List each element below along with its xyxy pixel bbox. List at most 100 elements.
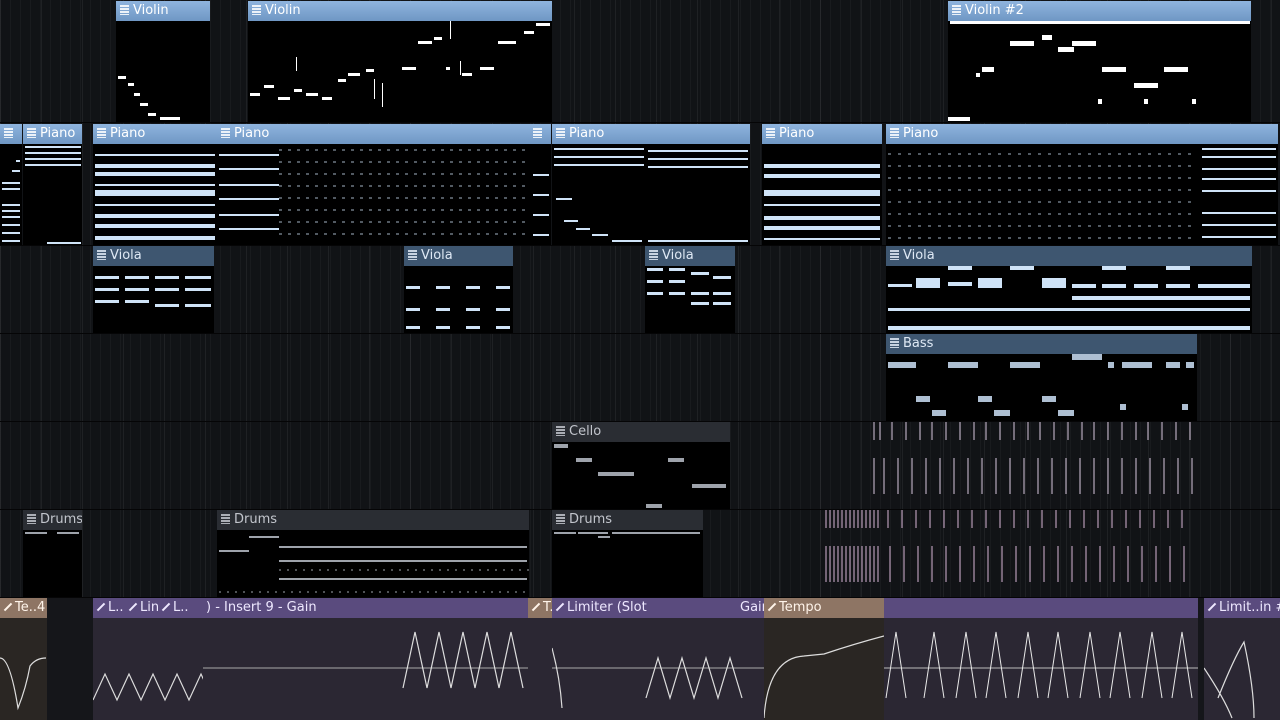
clip-label: Piano — [40, 126, 76, 141]
pattern-clip-piano[interactable]: Piano — [23, 124, 82, 245]
pattern-icon — [890, 128, 899, 138]
automation-clip-insert-gain[interactable]: ) - Insert 9 - Gain — [203, 598, 528, 720]
audio-clip-waveform[interactable] — [870, 422, 1198, 497]
automation-label: Gain — [740, 600, 764, 615]
link-icon — [161, 602, 171, 612]
note-preview — [647, 268, 731, 305]
automation-label: L.. — [108, 600, 124, 615]
note-preview — [118, 76, 180, 120]
link-icon — [1207, 602, 1217, 612]
pattern-icon — [766, 128, 775, 138]
note-preview — [219, 536, 529, 593]
pattern-clip-viola[interactable]: Viola — [886, 246, 1252, 333]
automation-clip-group[interactable] — [884, 598, 1198, 720]
link-icon — [767, 602, 777, 612]
clip-label: Piano — [110, 126, 146, 141]
pattern-icon — [221, 128, 230, 138]
pattern-clip-piano[interactable] — [529, 124, 551, 245]
clip-label: Cello — [569, 424, 602, 439]
automation-clip-tempo[interactable]: Tempo — [764, 598, 884, 720]
automation-label: Limit..in #2 — [1219, 600, 1280, 615]
automation-label: T.. — [543, 600, 552, 615]
pattern-clip-piano[interactable]: Piano — [552, 124, 750, 245]
note-preview — [25, 146, 81, 244]
pattern-clip-viola[interactable]: Viola — [645, 246, 735, 333]
audio-clip-waveform[interactable] — [824, 510, 1196, 586]
pattern-icon — [120, 5, 129, 15]
link-icon — [531, 602, 541, 612]
link-icon — [128, 602, 138, 612]
automation-curve — [0, 657, 47, 711]
clip-label: Piano — [779, 126, 815, 141]
pattern-clip-viola[interactable]: Viola — [404, 246, 513, 333]
clip-label: Drums — [569, 512, 613, 527]
pattern-clip-drums[interactable]: Drums — [552, 510, 703, 597]
automation-clip-tempo[interactable]: Te..4 — [0, 598, 47, 720]
automation-clip[interactable]: T.. — [528, 598, 552, 720]
pattern-icon — [4, 128, 13, 138]
pattern-clip-drums[interactable]: Drums — [23, 510, 82, 597]
link-icon — [3, 602, 13, 612]
pattern-icon — [221, 514, 230, 524]
clip-label: Bass — [903, 336, 934, 351]
pattern-icon — [556, 128, 565, 138]
clip-label: Piano — [569, 126, 605, 141]
pattern-icon — [97, 128, 106, 138]
pattern-icon — [556, 514, 565, 524]
pattern-clip-cello[interactable]: Cello — [552, 422, 730, 509]
note-preview — [95, 154, 215, 240]
note-preview — [95, 276, 211, 307]
note-preview — [25, 532, 79, 534]
clip-label: Viola — [903, 248, 935, 263]
note-preview — [533, 174, 549, 236]
pattern-icon — [556, 426, 565, 436]
automation-curve — [764, 635, 884, 719]
automation-label: ) - Insert 9 - Gain — [206, 600, 317, 615]
pattern-clip-violin[interactable]: Violin — [248, 1, 552, 122]
note-preview — [250, 21, 550, 107]
link-icon — [555, 602, 565, 612]
pattern-icon — [952, 5, 961, 15]
pattern-clip-piano[interactable] — [0, 124, 22, 245]
pattern-clip-viola[interactable]: Viola — [93, 246, 214, 333]
pattern-clip-piano[interactable]: Piano — [93, 124, 219, 245]
pattern-clip-violin-2[interactable]: Violin #2 — [948, 1, 1251, 122]
pattern-clip-piano[interactable]: Piano — [762, 124, 882, 245]
clip-label: Violin #2 — [965, 3, 1024, 18]
clip-label: Viola — [110, 248, 142, 263]
automation-clip-limiter-2[interactable]: Limit..in #2 — [1204, 598, 1280, 720]
pattern-clip-piano[interactable]: Piano — [217, 124, 529, 245]
note-preview — [888, 148, 1276, 239]
note-preview — [554, 148, 748, 242]
clip-label: Violin — [133, 3, 169, 18]
pattern-icon — [890, 250, 899, 260]
pattern-icon — [533, 128, 542, 138]
automation-curve — [552, 647, 764, 709]
note-preview — [764, 164, 880, 240]
note-preview — [554, 532, 700, 538]
playlist[interactable]: Violin Violin Violin #2 Piano Piano Pian… — [0, 0, 1280, 720]
pattern-clip-drums[interactable]: Drums — [217, 510, 529, 597]
pattern-icon — [27, 514, 36, 524]
clip-label: Drums — [40, 512, 82, 527]
clip-label: Drums — [234, 512, 278, 527]
pattern-icon — [97, 250, 106, 260]
note-preview — [888, 266, 1250, 330]
pattern-clip-bass[interactable]: Bass — [886, 334, 1197, 421]
pattern-clip-piano[interactable]: Piano — [886, 124, 1278, 245]
clip-label: Viola — [662, 248, 694, 263]
pattern-icon — [408, 250, 417, 260]
pattern-icon — [890, 338, 899, 348]
pattern-clip-violin[interactable]: Violin — [116, 1, 210, 122]
pattern-icon — [649, 250, 658, 260]
automation-clip-limiter[interactable]: Limiter (Slot Gain — [552, 598, 764, 720]
link-icon — [96, 602, 106, 612]
automation-curve — [884, 631, 1198, 699]
automation-label: Tempo — [779, 600, 822, 615]
automation-curve — [1204, 640, 1255, 719]
pattern-icon — [27, 128, 36, 138]
note-preview — [2, 160, 20, 242]
automation-curve — [93, 672, 214, 702]
pattern-icon — [252, 5, 261, 15]
clip-label: Piano — [903, 126, 939, 141]
